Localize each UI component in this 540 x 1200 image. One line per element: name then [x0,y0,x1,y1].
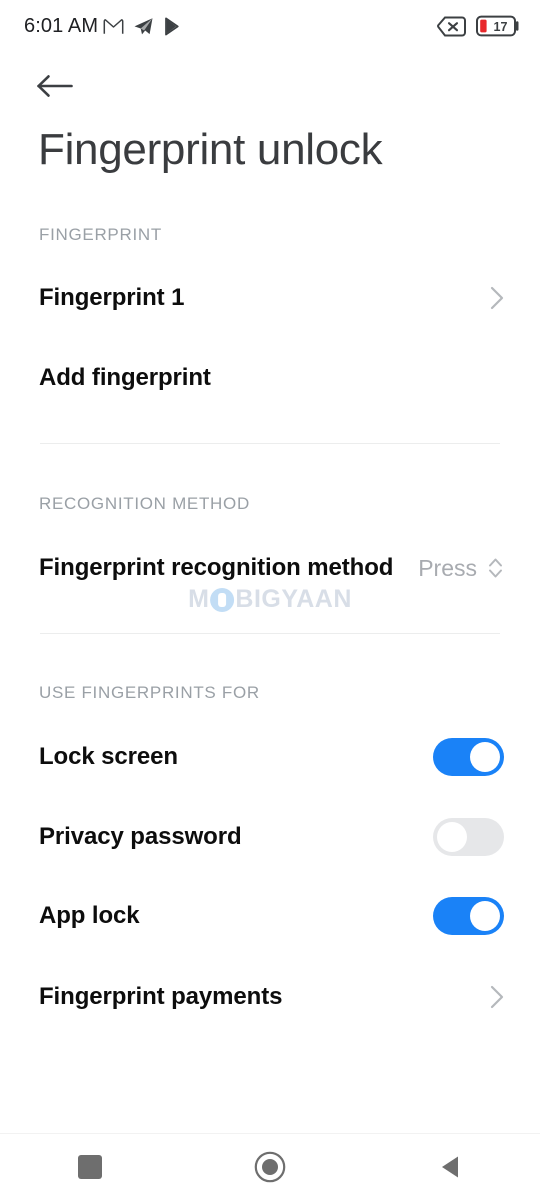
toggle-privacy-password[interactable] [433,818,504,856]
back-button[interactable] [36,66,80,106]
battery-indicator: 17 [476,15,520,37]
watermark-suffix: BIGYAAN [235,585,352,613]
gmail-icon [103,18,124,35]
section-header-fingerprint: FINGERPRINT [39,225,162,244]
row-fingerprint-1[interactable]: Fingerprint 1 [0,270,540,326]
divider-2 [40,633,500,634]
toggle-app-lock[interactable] [433,897,504,935]
stepper-updown-icon[interactable] [487,555,504,581]
status-bar: 6:01 AM 17 [0,0,540,52]
mobigyaan-watermark: M BIGYAAN [188,585,352,614]
play-store-icon [163,16,182,36]
row-recognition-method-value: Press [418,554,477,581]
row-fingerprint-1-accessory [490,286,504,310]
row-fingerprint-payments-label: Fingerprint payments [39,983,283,1010]
home-circle-icon [254,1151,286,1183]
row-recognition-method-label: Fingerprint recognition method [39,554,394,581]
row-lock-screen[interactable]: Lock screen [0,729,540,785]
row-fingerprint-1-label: Fingerprint 1 [39,284,185,311]
row-recognition-method-accessory[interactable]: Press [418,555,504,582]
toggle-lock-screen[interactable] [433,738,504,776]
recents-square-icon [78,1155,102,1179]
system-navigation-bar [0,1133,540,1200]
app-bar [0,60,540,112]
chevron-right-icon [490,286,504,310]
watermark-logo-icon [210,587,235,612]
section-header-use-fingerprints-for: USE FINGERPRINTS FOR [39,683,260,702]
row-fingerprint-payments[interactable]: Fingerprint payments [0,969,540,1025]
status-bar-left: 6:01 AM [24,15,182,38]
back-triangle-icon [442,1156,458,1178]
toggle-knob [470,901,500,931]
telegram-icon [133,17,154,36]
row-privacy-password[interactable]: Privacy password [0,809,540,865]
fingerprint-unlock-screen: 6:01 AM 17 Fingerprint unlock FINGERPRIN… [0,0,540,1200]
toggle-knob [470,742,500,772]
status-bar-right: 17 [437,15,520,37]
chevron-right-icon [490,985,504,1009]
divider-1 [40,443,500,444]
nav-back-button[interactable] [400,1134,500,1200]
row-privacy-password-label: Privacy password [39,823,242,850]
nav-recents-button[interactable] [40,1134,140,1200]
section-header-recognition-method: RECOGNITION METHOD [39,494,250,513]
watermark-prefix: M [188,585,210,613]
page-title: Fingerprint unlock [38,125,383,174]
status-bar-notification-icons [103,16,182,36]
nav-home-button[interactable] [220,1134,320,1200]
row-app-lock-label: App lock [39,902,140,929]
row-lock-screen-label: Lock screen [39,743,178,770]
row-fingerprint-payments-accessory [490,985,504,1009]
row-app-lock[interactable]: App lock [0,888,540,944]
status-bar-clock: 6:01 AM [24,14,99,37]
row-add-fingerprint[interactable]: Add fingerprint [0,350,540,406]
battery-level-text: 17 [494,20,508,34]
toggle-knob [437,822,467,852]
row-add-fingerprint-label: Add fingerprint [39,364,211,391]
no-sim-icon [437,16,466,37]
